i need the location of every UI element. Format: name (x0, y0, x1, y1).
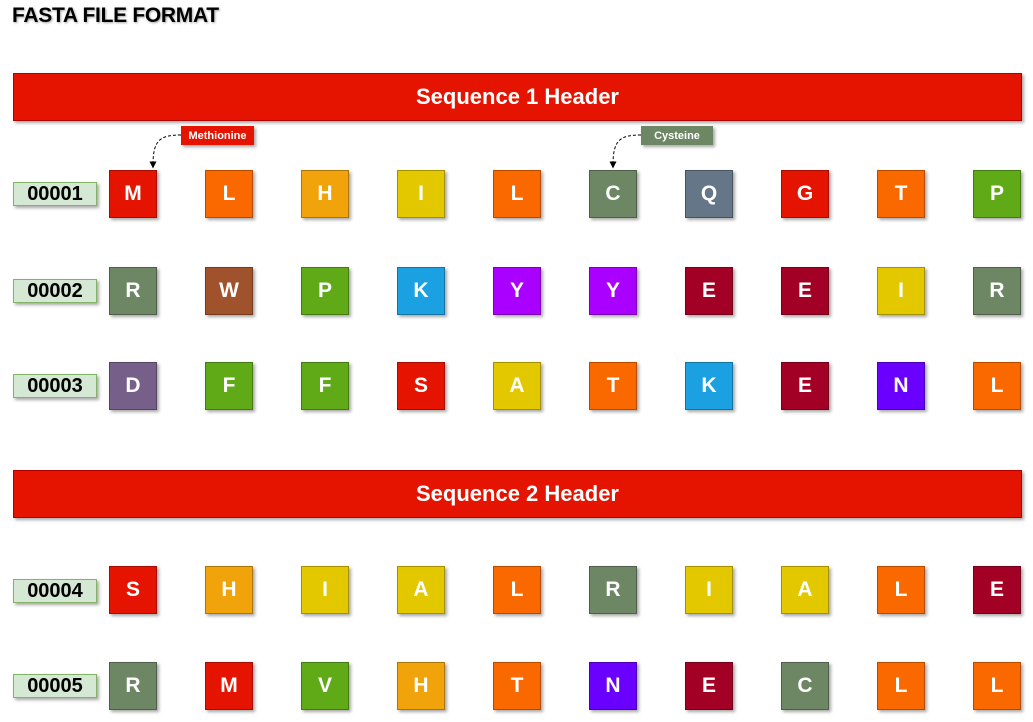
residue-00003-10: L (973, 362, 1021, 410)
cysteine-connector (609, 134, 642, 169)
residue-00002-10: R (973, 267, 1021, 315)
residue-00005-4: H (397, 662, 445, 710)
residue-00001-1: M (109, 170, 157, 218)
residue-00002-5: Y (493, 267, 541, 315)
residue-00005-5: T (493, 662, 541, 710)
residue-00005-7: E (685, 662, 733, 710)
residue-00005-6: N (589, 662, 637, 710)
residue-00004-5: L (493, 566, 541, 614)
residue-00005-1: R (109, 662, 157, 710)
residue-00005-9: L (877, 662, 925, 710)
residue-00004-9: L (877, 566, 925, 614)
residue-00004-2: H (205, 566, 253, 614)
residue-00002-4: K (397, 267, 445, 315)
residue-00004-7: I (685, 566, 733, 614)
residue-00002-9: I (877, 267, 925, 315)
residue-00002-2: W (205, 267, 253, 315)
residue-00004-6: R (589, 566, 637, 614)
residue-00004-1: S (109, 566, 157, 614)
residue-00004-8: A (781, 566, 829, 614)
residue-00004-3: I (301, 566, 349, 614)
residue-00002-3: P (301, 267, 349, 315)
residue-00003-5: A (493, 362, 541, 410)
residue-00004-4: A (397, 566, 445, 614)
residue-00003-1: D (109, 362, 157, 410)
residue-00005-2: M (205, 662, 253, 710)
residue-00001-8: G (781, 170, 829, 218)
residue-00002-1: R (109, 267, 157, 315)
residue-00003-9: N (877, 362, 925, 410)
residue-00003-8: E (781, 362, 829, 410)
residue-00005-8: C (781, 662, 829, 710)
residue-00001-9: T (877, 170, 925, 218)
residue-00004-10: E (973, 566, 1021, 614)
residue-00005-10: L (973, 662, 1021, 710)
residue-00005-3: V (301, 662, 349, 710)
residue-00003-4: S (397, 362, 445, 410)
residue-00001-10: P (973, 170, 1021, 218)
residue-00001-2: L (205, 170, 253, 218)
residue-00003-3: F (301, 362, 349, 410)
residue-00001-6: C (589, 170, 637, 218)
residue-00002-8: E (781, 267, 829, 315)
residue-00003-6: T (589, 362, 637, 410)
residue-00002-7: E (685, 267, 733, 315)
residue-00001-5: L (493, 170, 541, 218)
residue-00002-6: Y (589, 267, 637, 315)
residue-00001-3: H (301, 170, 349, 218)
residue-00001-7: Q (685, 170, 733, 218)
residue-00001-4: I (397, 170, 445, 218)
residue-00003-7: K (685, 362, 733, 410)
residue-00003-2: F (205, 362, 253, 410)
methionine-connector (149, 134, 182, 169)
